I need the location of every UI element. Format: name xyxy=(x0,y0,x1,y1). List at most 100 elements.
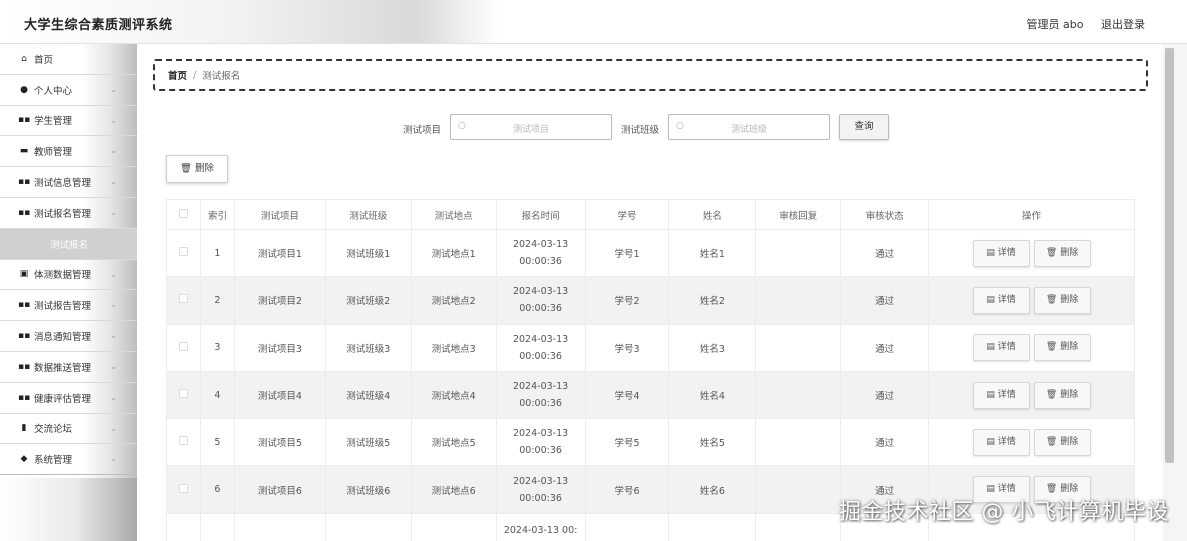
sidebar-item-label: 测试报名 xyxy=(50,239,89,251)
cell-student-id: 学号1 xyxy=(584,228,670,278)
trash-icon: 🗑 xyxy=(1045,342,1061,353)
chevron-down-icon: ⌄ xyxy=(110,177,117,187)
cell-review-status: 通过 xyxy=(840,418,930,467)
test-class-placeholder: 测试班级 xyxy=(730,125,767,135)
sidebar-item-label: 测试信息管理 xyxy=(34,178,92,190)
delete-button[interactable]: 🗑 删除 xyxy=(1033,334,1091,362)
table-cell xyxy=(410,512,497,541)
select-all-checkbox[interactable] xyxy=(178,208,188,218)
test-item-placeholder: 测试项目 xyxy=(512,125,549,135)
sidebar-item-label: 个人中心 xyxy=(34,85,73,97)
cell-test-location: 测试地点1 xyxy=(410,228,497,278)
row-checkbox[interactable] xyxy=(178,389,188,399)
cell-review-status: 通过 xyxy=(840,370,930,420)
sidebar-item[interactable]: ▮ 交流论坛 ⌄ xyxy=(0,414,137,445)
delete-button[interactable]: 🗑 删除 xyxy=(1033,286,1091,314)
col-header-test-item: 测试项目 xyxy=(233,199,326,230)
sidebar-item[interactable]: ▪▪ 健康评估管理 ⌄ xyxy=(0,383,137,414)
row-select-cell xyxy=(166,276,201,325)
sidebar-item[interactable]: ▪▪ 测试报名管理 ⌄ xyxy=(0,198,137,229)
cell-signup-time: 2024-03-13 00:00:36 xyxy=(495,418,586,467)
sidebar-item[interactable]: 测试报名 xyxy=(0,228,137,260)
detail-button[interactable]: ▤ 详情 xyxy=(972,428,1030,456)
chevron-down-icon: ⌄ xyxy=(110,392,117,402)
delete-button-label: 删除 xyxy=(1060,484,1079,495)
row-select-cell xyxy=(166,418,201,467)
detail-button-label: 详情 xyxy=(997,389,1016,400)
detail-button[interactable]: ▤ 详情 xyxy=(972,239,1030,267)
cell-index: 3 xyxy=(199,323,235,372)
cell-review-reply xyxy=(755,323,842,372)
sidebar-item-label: 首页 xyxy=(34,54,54,66)
detail-button[interactable]: ▤ 详情 xyxy=(972,334,1030,362)
chart-icon: ▮ xyxy=(21,423,27,434)
sidebar-item[interactable]: ▣ 体测数据管理 ⌄ xyxy=(0,260,137,291)
cell-actions: ▤ 详情 🗑 删除 xyxy=(928,228,1135,278)
admin-user-label[interactable]: 管理员 abo xyxy=(1027,18,1084,31)
cell-actions: ▤ 详情 🗑 删除 xyxy=(928,370,1135,420)
col-header-name: 姓名 xyxy=(668,199,757,230)
table-cell xyxy=(668,512,757,541)
detail-button-label: 详情 xyxy=(997,484,1016,495)
col-header-test-location: 测试地点 xyxy=(410,199,497,230)
row-checkbox[interactable] xyxy=(178,436,188,446)
cell-student-id: 学号5 xyxy=(584,418,670,467)
logout-link[interactable]: 退出登录 xyxy=(1101,18,1145,31)
sidebar-item[interactable]: ◆ 系统管理 ⌄ xyxy=(0,444,137,476)
cell-actions: ▤ 详情 🗑 删除 xyxy=(928,323,1135,372)
cell-review-status: 通过 xyxy=(840,323,930,372)
table-cell xyxy=(755,512,842,541)
cell-index: 2 xyxy=(199,276,235,325)
row-checkbox[interactable] xyxy=(178,483,188,493)
cell-test-class: 测试班级4 xyxy=(324,370,412,420)
cell-test-item: 测试项目6 xyxy=(233,465,326,514)
grid-icon: ▪▪ xyxy=(18,361,31,372)
cell-review-reply xyxy=(755,228,842,278)
delete-button-label: 删除 xyxy=(1060,294,1079,305)
table-row: 5 测试项目5 测试班级5 测试地点5 2024-03-13 00:00:36 学号5 姓名… xyxy=(166,418,1135,467)
sidebar-item[interactable]: ● 个人中心 ⌄ xyxy=(0,75,137,106)
sidebar-item[interactable]: ▬ 教师管理 ⌄ xyxy=(0,136,137,168)
delete-button[interactable]: 🗑 删除 xyxy=(1033,239,1091,267)
grid-icon: ▪▪ xyxy=(18,331,31,342)
cell-name: 姓名5 xyxy=(668,418,757,467)
table-cell xyxy=(584,512,670,541)
bulk-delete-button[interactable]: 🗑 删除 xyxy=(166,155,228,183)
cell-review-reply xyxy=(755,418,842,467)
sidebar-item[interactable]: ▪▪ 测试报告管理 ⌄ xyxy=(0,290,137,322)
chevron-down-icon: ⌄ xyxy=(110,423,117,433)
cell-index: 1 xyxy=(199,228,235,278)
row-checkbox[interactable] xyxy=(178,341,188,351)
test-class-input[interactable]: ○ 测试班级 xyxy=(668,114,830,140)
col-header-signup-time: 报名时间 xyxy=(495,199,586,230)
sidebar-item[interactable]: ⌂ 首页 xyxy=(0,44,137,75)
cell-student-id: 学号2 xyxy=(584,276,670,325)
cell-index: 5 xyxy=(199,418,235,467)
chevron-down-icon: ⌄ xyxy=(110,146,117,156)
query-button[interactable]: 查询 xyxy=(839,114,889,140)
cell-test-class: 测试班级6 xyxy=(324,465,412,514)
trash-icon: 🗑 xyxy=(1045,247,1061,258)
test-item-input[interactable]: ○ 测试项目 xyxy=(450,114,612,140)
breadcrumb-home[interactable]: 首页 xyxy=(168,68,187,82)
sidebar-item-label: 数据推送管理 xyxy=(34,362,92,374)
cell-review-reply xyxy=(755,370,842,420)
sidebar-item[interactable]: ▪▪ 测试信息管理 ⌄ xyxy=(0,167,137,198)
page-scrollbar-thumb[interactable] xyxy=(1165,48,1174,463)
bulk-delete-label: 删除 xyxy=(195,163,215,174)
cell-signup-time: 2024-03-13 00:00:36 xyxy=(495,465,586,514)
sidebar-item[interactable]: ▪▪ 数据推送管理 ⌄ xyxy=(0,352,137,383)
breadcrumb-current: 测试报名 xyxy=(202,71,241,82)
sidebar-menu: ⌂ 首页 ● 个人中心 ⌄ ▪▪ 学生管理 ⌄ ▬ 教师管理 ⌄ ▪▪ 测试信息管理 ⌄ ▪▪ 测试报名管理 ⌄… xyxy=(0,44,137,476)
detail-button[interactable]: ▤ 详情 xyxy=(972,286,1030,314)
row-checkbox[interactable] xyxy=(178,294,188,304)
sidebar-item[interactable]: ▪▪ 消息通知管理 ⌄ xyxy=(0,321,137,352)
row-checkbox[interactable] xyxy=(178,247,188,257)
detail-button[interactable]: ▤ 详情 xyxy=(972,381,1030,409)
delete-button[interactable]: 🗑 删除 xyxy=(1033,428,1091,456)
detail-button-label: 详情 xyxy=(997,294,1016,305)
delete-button[interactable]: 🗑 删除 xyxy=(1033,381,1091,409)
trash-icon: 🗑 xyxy=(1045,294,1061,305)
grid-icon: ▪▪ xyxy=(18,300,31,311)
cell-name: 姓名2 xyxy=(668,276,757,325)
